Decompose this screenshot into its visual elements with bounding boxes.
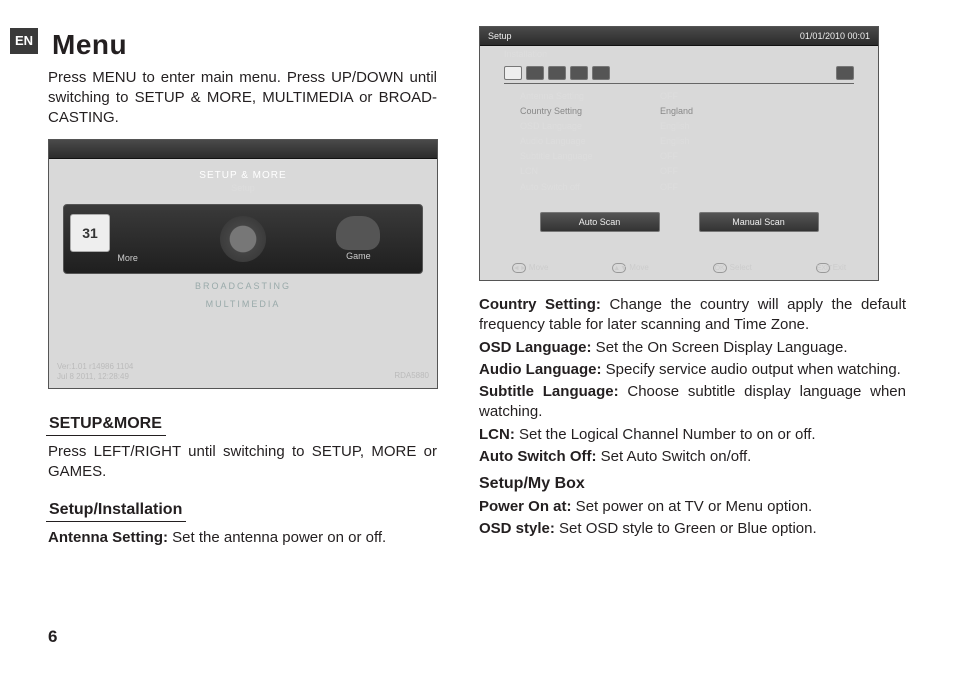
row-osd-language[interactable]: OSD LanguageEnglish — [520, 119, 838, 134]
text-antenna: Antenna Setting: Set the antenna power o… — [48, 528, 437, 548]
text-osd-style: OSD style: Set OSD style to Green or Blu… — [479, 519, 906, 539]
tab-icon[interactable] — [592, 66, 610, 80]
ok-icon: OK — [713, 263, 727, 273]
screenshot1-heading: SETUP & MORE — [49, 159, 437, 183]
row-country[interactable]: Country SettingEngland — [520, 103, 838, 118]
auto-scan-button[interactable]: Auto Scan — [540, 212, 660, 232]
manual-scan-button[interactable]: Manual Scan — [699, 212, 819, 232]
intro-text: Press MENU to enter main menu. Press UP/… — [48, 68, 437, 129]
row-audio-language[interactable]: Audio LanguageEnglish — [520, 134, 838, 149]
screenshot1-device: RDA5880 — [394, 371, 429, 382]
text-setupmore: Press LEFT/RIGHT until switching to SETU… — [48, 442, 437, 483]
screenshot2-bar-right: 01/01/2010 00:01 — [800, 30, 870, 42]
screenshot1-topbar — [49, 140, 437, 159]
menu-label-game: Game — [346, 251, 371, 261]
text-country: Country Setting: Change the country will… — [479, 295, 906, 336]
usb-icon[interactable] — [836, 66, 854, 80]
gear-icon — [220, 216, 266, 262]
screenshot1-version: Ver:1.01 r14986 1104 Jul 8 2011, 12:28:4… — [57, 362, 133, 381]
tab-icon[interactable] — [548, 66, 566, 80]
heading-setup-installation: Setup/Installation — [46, 499, 186, 523]
row-antenna[interactable]: Antenna SettingOFF — [520, 88, 838, 103]
menu-item-more[interactable]: 31 More — [70, 214, 185, 264]
screenshot2-hints: ◄►Move ▲▼Move OKSelect EXITExit — [480, 263, 878, 274]
language-tab: EN — [10, 28, 38, 54]
dpad-icon: ◄► — [512, 263, 526, 273]
menu-item-setup[interactable] — [185, 216, 300, 262]
row-auto-switch-off[interactable]: Auto Switch offOFF — [520, 179, 838, 194]
text-subtitle: Subtitle Language: Choose subtitle displ… — [479, 382, 906, 423]
screenshot-main-menu: SETUP & MORE Setup 31 More Game BROADC — [48, 139, 437, 389]
menu-item-game[interactable]: Game — [301, 216, 416, 262]
screenshot-installation: Setup 01/01/2010 00:01 Installation Ante… — [479, 26, 879, 281]
label-antenna: Antenna Setting: — [48, 529, 168, 546]
screenshot1-broadcasting: BROADCASTING — [49, 280, 437, 292]
gamepad-icon — [336, 216, 380, 250]
row-lcn[interactable]: LCNOFF — [520, 164, 838, 179]
screenshot2-breadcrumb: Installation — [480, 46, 878, 64]
text-osd: OSD Language: Set the On Screen Display … — [479, 338, 906, 358]
menu-label-more: More — [117, 253, 138, 263]
column-right: Setup 01/01/2010 00:01 Installation Ante… — [479, 30, 906, 558]
heading-setupmore: SETUP&MORE — [46, 413, 166, 437]
tab-icon[interactable] — [526, 66, 544, 80]
dpad-icon: ▲▼ — [612, 263, 626, 273]
page-title: Menu — [52, 26, 437, 64]
page-body: Menu Press MENU to enter main menu. Pres… — [0, 0, 954, 578]
calendar-icon: 31 — [70, 214, 110, 252]
text-auto-switch: Auto Switch Off: Set Auto Switch on/off. — [479, 447, 906, 467]
tab-icon[interactable] — [504, 66, 522, 80]
text-lcn: LCN: Set the Logical Channel Number to o… — [479, 425, 906, 445]
screenshot2-tabs — [504, 66, 854, 84]
text-power-on: Power On at: Set power on at TV or Menu … — [479, 497, 906, 517]
screenshot1-multimedia: MULTIMEDIA — [49, 298, 437, 310]
heading-mybox: Setup/My Box — [479, 473, 906, 495]
row-subtitle-language[interactable]: Subtitle LanguageOFF — [520, 149, 838, 164]
screenshot2-settings-list: Antenna SettingOFF Country SettingEnglan… — [520, 88, 838, 194]
tab-icon[interactable] — [570, 66, 588, 80]
text-audio: Audio Language: Specify service audio ou… — [479, 360, 906, 380]
screenshot1-items: 31 More Game — [63, 204, 423, 274]
column-left: Menu Press MENU to enter main menu. Pres… — [0, 30, 437, 558]
screenshot2-bar-left: Setup — [488, 30, 512, 42]
exit-icon: EXIT — [816, 263, 830, 273]
page-number: 6 — [48, 626, 57, 649]
screenshot1-sub: Setup — [49, 182, 437, 198]
